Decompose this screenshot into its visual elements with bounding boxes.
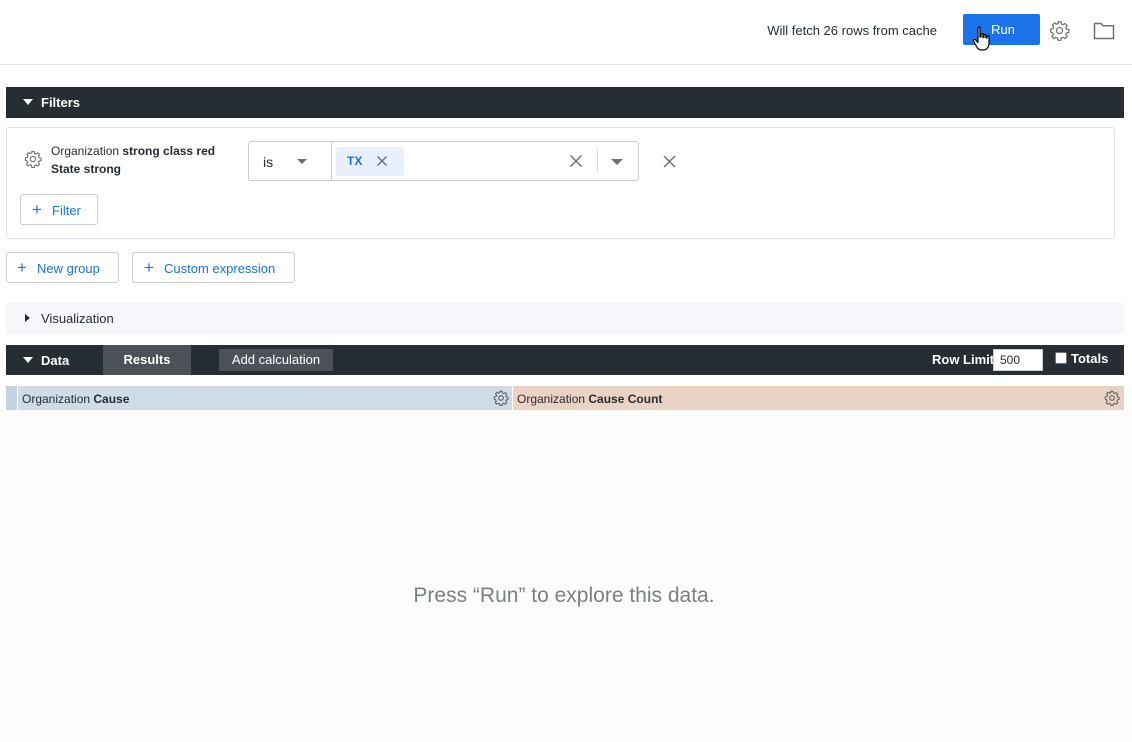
operator-value: is <box>263 154 274 170</box>
row-number-gutter <box>6 386 17 410</box>
plus-icon: + <box>144 258 154 277</box>
field-name: strong class red <box>122 144 216 158</box>
visualization-section-header[interactable]: Visualization <box>6 303 1124 334</box>
results-area: Press “Run” to explore this data. <box>0 410 1132 742</box>
data-title[interactable]: Data <box>41 353 69 368</box>
filter-field-label: Organization strong class red State stro… <box>51 142 241 178</box>
folder-icon[interactable] <box>1093 21 1115 40</box>
custom-expression-label: Custom expression <box>164 261 276 276</box>
divider <box>597 150 598 172</box>
data-section-header: Data Results Add calculation Row Limit 5… <box>6 345 1124 375</box>
filter-operator-select[interactable]: is <box>248 141 332 181</box>
totals-checkbox[interactable] <box>1055 352 1067 364</box>
plus-icon: + <box>32 200 42 219</box>
add-filter-button[interactable]: + Filter <box>20 194 98 225</box>
top-toolbar: Will fetch 26 rows from cache Run <box>0 0 1132 65</box>
gear-icon[interactable] <box>24 150 42 168</box>
visualization-title: Visualization <box>41 311 114 326</box>
gear-icon[interactable] <box>1104 390 1120 406</box>
caret-down-icon[interactable] <box>23 357 33 363</box>
column-header-cause-count[interactable]: Organization Cause Count <box>513 386 1124 410</box>
hand-cursor-icon <box>972 26 990 51</box>
row-limit-label: Row Limit <box>932 352 995 367</box>
filters-section-header[interactable]: Filters <box>6 87 1124 118</box>
results-header-row: Organization Cause Organization Cause Co… <box>6 386 1124 410</box>
add-calculation-button[interactable]: Add calculation <box>219 349 333 371</box>
empty-state-message: Press “Run” to explore this data. <box>413 584 715 607</box>
clear-values-icon[interactable] <box>569 154 583 168</box>
column-field-name: Cause Count <box>588 392 663 406</box>
remove-filter-icon[interactable] <box>663 155 676 168</box>
remove-chip-icon[interactable] <box>376 155 388 167</box>
column-header-cause[interactable]: Organization Cause <box>18 386 512 410</box>
row-limit-input[interactable]: 500 <box>993 349 1043 371</box>
column-view-name: Organization <box>22 392 91 406</box>
filter-card: Organization strong class red State stro… <box>6 127 1115 239</box>
tab-results[interactable]: Results <box>103 345 191 375</box>
new-group-button[interactable]: + New group <box>6 252 119 283</box>
new-group-label: New group <box>37 261 100 276</box>
gear-icon[interactable] <box>1049 20 1070 41</box>
column-field-name: Cause <box>93 392 130 406</box>
chevron-down-icon[interactable] <box>611 159 623 165</box>
add-filter-label: Filter <box>52 203 81 218</box>
field-view-name: Organization <box>51 144 120 158</box>
caret-right-icon <box>25 314 30 322</box>
chevron-down-icon <box>297 159 307 164</box>
filters-title: Filters <box>41 95 81 110</box>
filter-value-input[interactable]: TX <box>331 141 639 181</box>
field-name-line2: State strong <box>51 162 122 176</box>
column-view-name: Organization <box>517 392 586 406</box>
value-chip: TX <box>336 147 404 176</box>
plus-icon: + <box>17 258 27 277</box>
custom-expression-button[interactable]: + Custom expression <box>132 252 295 283</box>
chip-label: TX <box>347 154 363 168</box>
totals-label: Totals <box>1071 351 1109 366</box>
fetch-status: Will fetch 26 rows from cache <box>767 23 937 38</box>
gear-icon[interactable] <box>493 390 509 406</box>
caret-down-icon <box>23 99 33 105</box>
